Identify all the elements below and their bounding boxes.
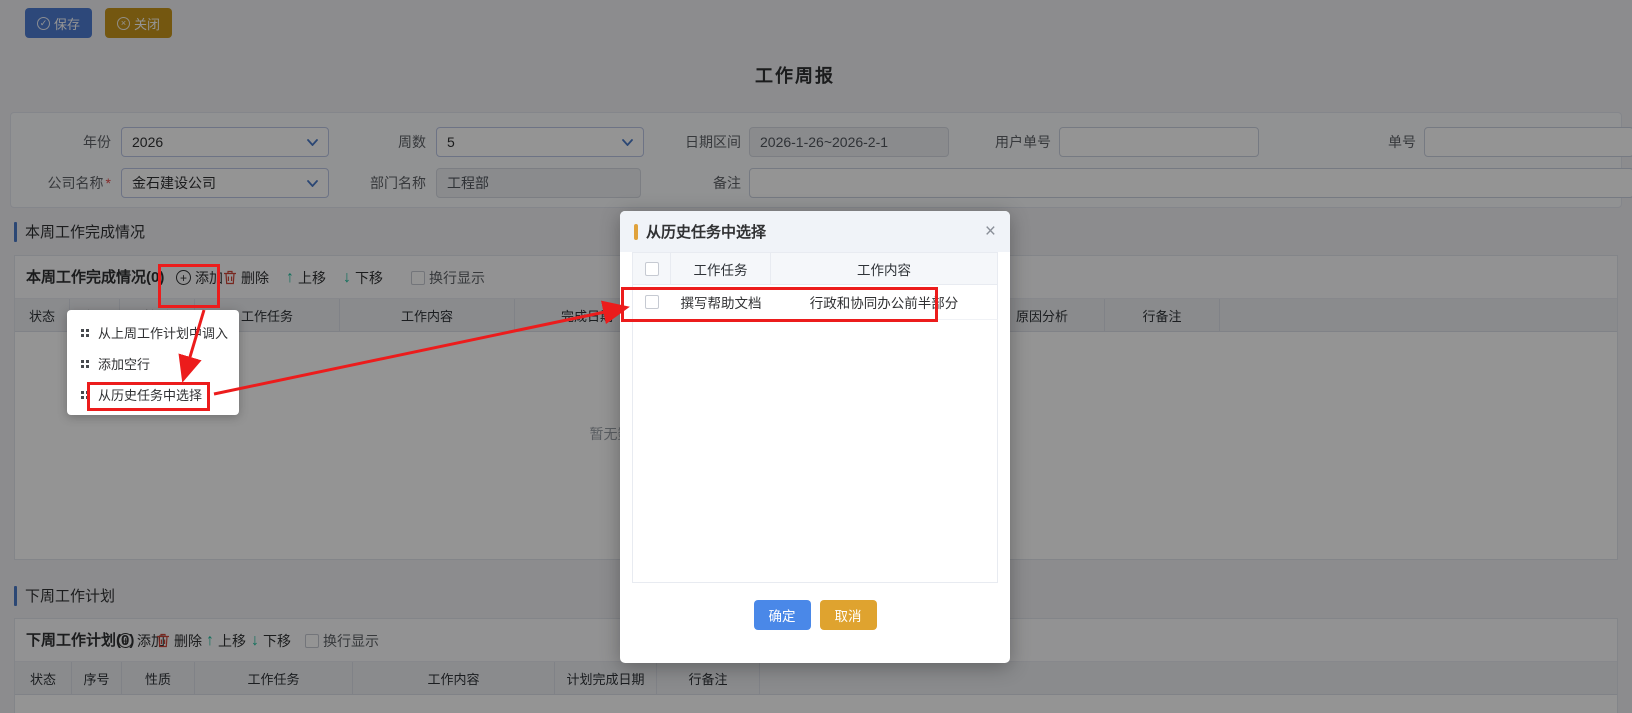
menu-item-import-last-week[interactable]: 从上周工作计划中调入 <box>67 317 239 348</box>
add-dropdown-menu: 从上周工作计划中调入 添加空行 从历史任务中选择 <box>67 310 239 415</box>
modal-footer: 确定 取消 <box>620 592 1010 637</box>
cancel-button[interactable]: 取消 <box>820 600 877 630</box>
grid-icon <box>81 391 84 394</box>
menu-item-add-empty-row[interactable]: 添加空行 <box>67 348 239 379</box>
modal-header: 从历史任务中选择 × <box>620 211 1010 252</box>
history-task-modal: 从历史任务中选择 × 工作任务 工作内容 撰写帮助文档 行政和协同办公前半部分 … <box>620 211 1010 663</box>
row-checkbox[interactable] <box>645 295 659 309</box>
modal-accent-bar <box>634 224 638 240</box>
modal-title: 从历史任务中选择 <box>646 221 977 242</box>
modal-table-empty-area <box>632 320 998 583</box>
menu-item-select-from-history[interactable]: 从历史任务中选择 <box>67 379 239 410</box>
select-all-cell <box>633 253 671 284</box>
grid-icon <box>81 329 84 332</box>
col-task: 工作任务 <box>671 253 771 284</box>
modal-table-row[interactable]: 撰写帮助文档 行政和协同办公前半部分 <box>632 285 998 320</box>
row-task: 撰写帮助文档 <box>671 292 771 312</box>
select-all-checkbox[interactable] <box>645 262 659 276</box>
col-content: 工作内容 <box>771 253 997 284</box>
modal-table-header: 工作任务 工作内容 <box>632 252 998 285</box>
row-content: 行政和协同办公前半部分 <box>771 292 997 312</box>
ok-button[interactable]: 确定 <box>754 600 811 630</box>
grid-icon <box>81 360 84 363</box>
modal-table: 工作任务 工作内容 撰写帮助文档 行政和协同办公前半部分 <box>632 252 998 583</box>
modal-close-icon[interactable]: × <box>985 222 996 241</box>
row-checkbox-cell <box>633 295 671 309</box>
